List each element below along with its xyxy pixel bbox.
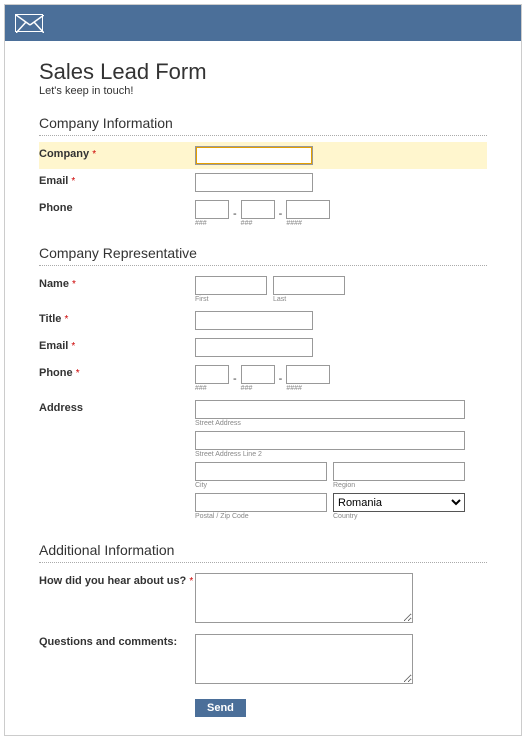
row-rep-phone: Phone * ### - ### - [39, 361, 487, 396]
address-region-input[interactable] [333, 462, 465, 481]
row-questions: Questions and comments: [39, 630, 487, 691]
rep-phone-1[interactable] [195, 365, 229, 384]
phone-sep: - [279, 208, 283, 220]
section-representative: Company Representative [39, 245, 487, 266]
section-additional: Additional Information [39, 542, 487, 563]
label-questions: Questions and comments: [39, 634, 195, 648]
label-rep-phone: Phone * [39, 365, 195, 379]
row-rep-title: Title * [39, 307, 487, 334]
label-rep-title: Title * [39, 311, 195, 325]
company-email-input[interactable] [195, 173, 313, 192]
address-country-select[interactable]: Romania [333, 493, 465, 512]
hear-about-textarea[interactable] [195, 573, 413, 623]
section-company-info: Company Information [39, 115, 487, 136]
rep-last-name-input[interactable] [273, 276, 345, 295]
label-rep-email: Email * [39, 338, 195, 352]
rep-phone-3[interactable] [286, 365, 330, 384]
row-hear-about: How did you hear about us? * [39, 569, 487, 630]
phone-sep: - [233, 373, 237, 385]
page-subtitle: Let's keep in touch! [39, 85, 487, 97]
row-rep-email: Email * [39, 334, 487, 361]
company-phone-3[interactable] [286, 200, 330, 219]
mail-icon [15, 14, 43, 32]
phone-sep: - [279, 373, 283, 385]
address-postal-input[interactable] [195, 493, 327, 512]
address-street1-input[interactable] [195, 400, 465, 419]
rep-title-input[interactable] [195, 311, 313, 330]
label-company-phone: Phone [39, 200, 195, 214]
label-hear-about: How did you hear about us? * [39, 573, 195, 587]
company-phone-2[interactable] [241, 200, 275, 219]
row-company-phone: Phone ### - ### - #### [39, 196, 487, 231]
label-rep-address: Address [39, 400, 195, 414]
page-title: Sales Lead Form [39, 59, 487, 85]
row-rep-name: Name * First Last [39, 272, 487, 307]
company-phone-1[interactable] [195, 200, 229, 219]
rep-first-name-input[interactable] [195, 276, 267, 295]
submit-row: Send [39, 691, 487, 721]
company-input[interactable] [195, 146, 313, 165]
phone-sep: - [233, 208, 237, 220]
form-container: Sales Lead Form Let's keep in touch! Com… [4, 4, 522, 736]
label-rep-name: Name * [39, 276, 195, 290]
questions-textarea[interactable] [195, 634, 413, 684]
label-company: Company * [39, 146, 195, 160]
row-company-email: Email * [39, 169, 487, 196]
row-rep-address: Address Street Address Street Address Li… [39, 396, 487, 528]
rep-email-input[interactable] [195, 338, 313, 357]
form-content: Sales Lead Form Let's keep in touch! Com… [5, 41, 521, 735]
row-company: Company * [39, 142, 487, 169]
address-city-input[interactable] [195, 462, 327, 481]
header-bar [5, 5, 521, 41]
rep-phone-2[interactable] [241, 365, 275, 384]
address-street2-input[interactable] [195, 431, 465, 450]
label-company-email: Email * [39, 173, 195, 187]
